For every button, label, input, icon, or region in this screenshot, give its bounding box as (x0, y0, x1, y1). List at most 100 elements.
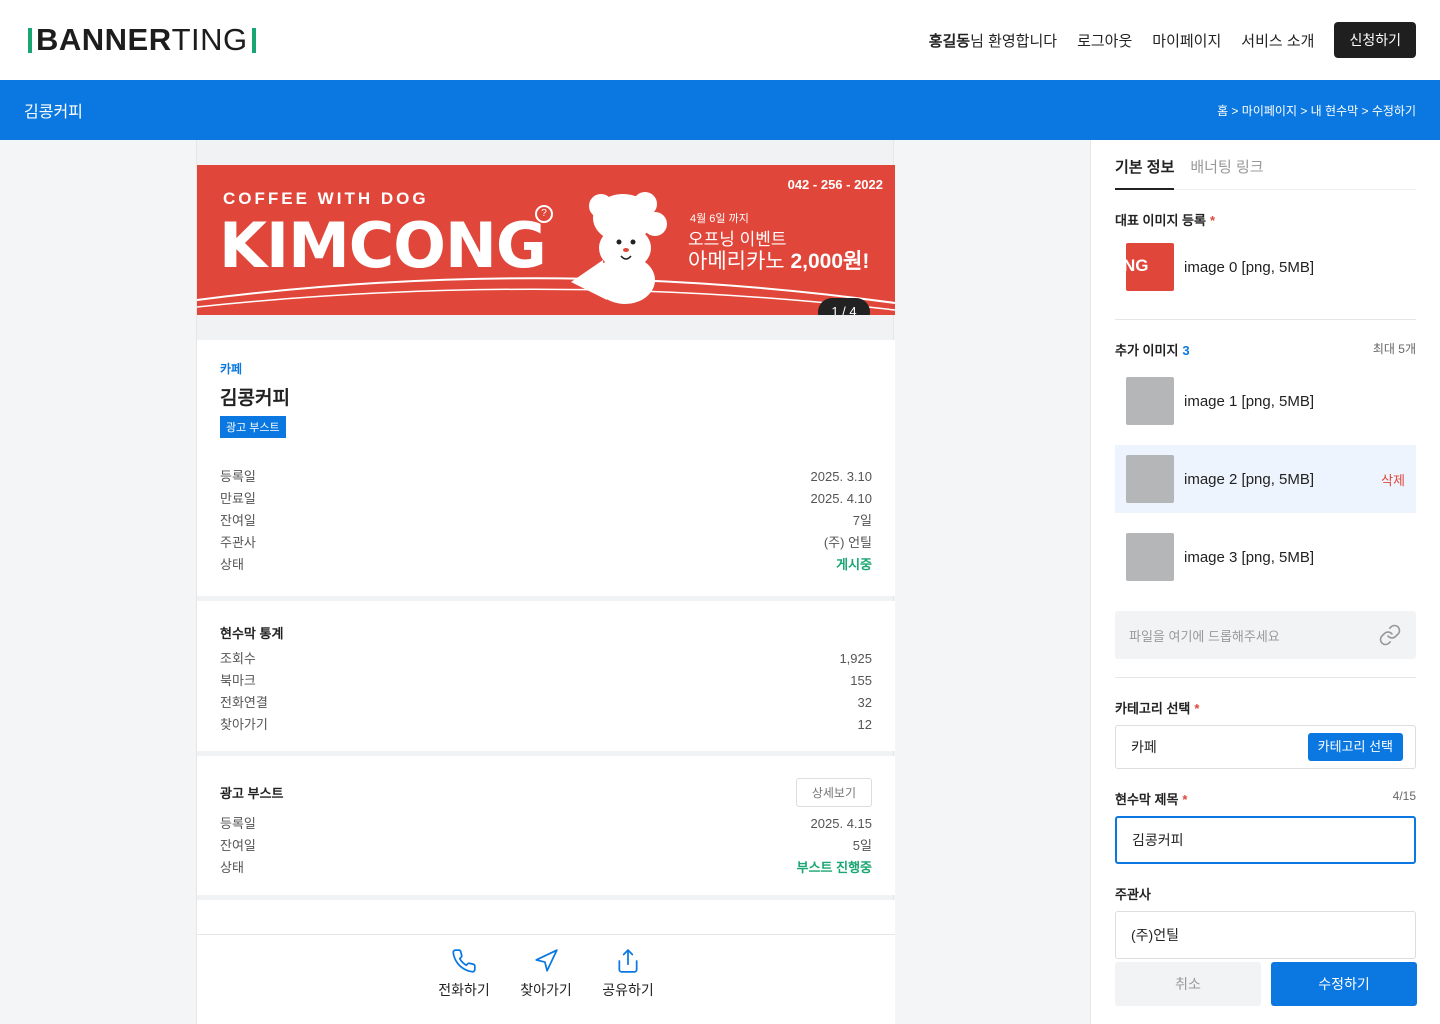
row-key: 등록일 (220, 469, 256, 484)
extra-images-label-text: 추가 이미지 (1115, 343, 1179, 358)
row-key: 찾아가기 (220, 717, 268, 732)
banner-arc-decoration (197, 277, 895, 311)
row-key: 전화연결 (220, 695, 268, 710)
extra-image-item-selected[interactable]: image 2 [png, 5MB] 삭제 (1115, 445, 1416, 513)
file-drop-zone[interactable]: 파일을 여기에 드롭해주세요 (1115, 611, 1416, 659)
user-name: 홍길동 (928, 32, 971, 50)
stats-row-views: 조회수 1,925 (220, 648, 872, 670)
image-filename: image 3 [png, 5MB] (1184, 548, 1315, 566)
stats-title-text: 현수막 통계 (220, 626, 284, 641)
link-icon[interactable] (1378, 623, 1402, 647)
row-key: 상태 (220, 557, 244, 572)
extra-images-max: 최대 5개 (1372, 342, 1416, 356)
share-icon (618, 949, 638, 973)
nav-service-intro[interactable]: 서비스 소개 (1241, 30, 1314, 51)
main-image-label-text: 대표 이미지 등록 (1115, 213, 1206, 228)
category-label: 카페 (220, 362, 243, 376)
category-select-button[interactable]: 카테고리 선택 (1307, 733, 1403, 761)
main-image-thumbnail: NG (1126, 243, 1174, 291)
welcome-suffix: 님 환영합니다 (970, 32, 1058, 50)
directions-label: 찾아가기 (520, 982, 572, 998)
title-char-counter: 4/15 (1392, 789, 1416, 803)
category-field: 카페 카테고리 선택 (1115, 725, 1416, 769)
title-label: 현수막 제목 * 4/15 (1115, 789, 1416, 808)
extra-images-label: 추가 이미지 3 최대 5개 (1115, 340, 1416, 359)
image-thumbnail (1126, 455, 1174, 503)
phone-icon (452, 949, 476, 973)
stats-title: 현수막 통계 (220, 601, 872, 642)
edit-panel: 기본 정보 배너팅 링크 대표 이미지 등록 * NG image 0 [png,… (1090, 140, 1440, 1024)
extra-image-item[interactable]: image 3 [png, 5MB] (1115, 523, 1416, 591)
info-row-status: 상태 게시중 (220, 554, 872, 576)
boost-detail-button[interactable]: 상세보기 (795, 778, 872, 807)
save-button[interactable]: 수정하기 (1271, 962, 1417, 1006)
row-key: 잔여일 (220, 838, 256, 853)
stats-row-directions: 찾아가기 12 (220, 714, 872, 736)
row-value: 12 (857, 717, 872, 732)
logo-bar-left (28, 27, 32, 53)
status-value: 게시중 (836, 557, 872, 572)
banner-preview: COFFEE WITH DOG KIMCONG ? 042 - 256 - 20… (196, 140, 895, 1024)
row-value: 2025. 4.10 (810, 491, 872, 506)
boost-row-registered: 등록일 2025. 4.15 (220, 813, 872, 835)
category-value: 카페 (1131, 739, 1157, 755)
host-input[interactable]: (주)언틸 (1115, 911, 1416, 959)
panel-tabs: 기본 정보 배너팅 링크 (1115, 140, 1416, 190)
drop-placeholder: 파일을 여기에 드롭해주세요 (1129, 628, 1280, 644)
main-image-label: 대표 이미지 등록 * (1115, 210, 1416, 229)
row-value: 7일 (852, 513, 872, 528)
row-key: 등록일 (220, 816, 256, 831)
boost-row-status: 상태 부스트 진행중 (220, 857, 872, 879)
share-label: 공유하기 (602, 982, 654, 998)
slide-pager: 1 / 4 (818, 298, 870, 315)
section-divider (1115, 319, 1416, 320)
boost-title: 광고 부스트 상세보기 (220, 756, 872, 807)
tab-basic-info[interactable]: 기본 정보 (1115, 140, 1175, 190)
page-title-bar: 김콩커피 홈 > 마이페이지 > 내 현수막 > 수정하기 (0, 80, 1440, 140)
directions-button[interactable]: 찾아가기 (516, 948, 576, 1000)
row-value: 2025. 4.15 (810, 816, 872, 831)
required-mark: * (1182, 792, 1188, 807)
row-key: 잔여일 (220, 513, 256, 528)
boost-title-text: 광고 부스트 (220, 786, 284, 801)
top-nav: 홍길동님 환영합니다 로그아웃 마이페이지 서비스 소개 신청하기 (929, 22, 1416, 58)
brand-mark-icon: ? (535, 205, 553, 223)
apply-button[interactable]: 신청하기 (1334, 22, 1416, 58)
logo-text-light: TING (171, 22, 248, 57)
logo-bar-right (251, 27, 256, 53)
row-value: 32 (857, 695, 872, 710)
event-date: 4월 6일 까지 (690, 213, 749, 225)
stats-card: 현수막 통계 조회수 1,925 북마크 155 전화연결 32 찾아가기 12 (197, 601, 895, 751)
navigation-arrow-icon (535, 949, 558, 972)
shop-name: 김콩커피 (220, 388, 290, 409)
share-button[interactable]: 공유하기 (598, 948, 658, 1000)
form-buttons: 취소 수정하기 (1115, 962, 1417, 1006)
tab-bannerting-link[interactable]: 배너팅 링크 (1190, 140, 1263, 190)
action-bar: 전화하기 찾아가기 공유하기 (197, 948, 895, 1000)
row-key: 주관사 (220, 535, 256, 550)
call-button[interactable]: 전화하기 (434, 948, 494, 1000)
info-row-host: 주관사 (주) 언틸 (220, 532, 872, 554)
banner-image[interactable]: COFFEE WITH DOG KIMCONG ? 042 - 256 - 20… (197, 165, 895, 315)
cancel-button[interactable]: 취소 (1115, 962, 1261, 1006)
nav-mypage[interactable]: 마이페이지 (1152, 30, 1221, 51)
bannerting-logo[interactable]: BANNER TING (24, 22, 260, 58)
row-value: 5일 (852, 838, 872, 853)
row-key: 만료일 (220, 491, 256, 506)
action-card: 전화하기 찾아가기 공유하기 (197, 900, 895, 1024)
logo-text-bold: BANNER (36, 22, 172, 57)
image-filename: image 1 [png, 5MB] (1184, 392, 1315, 410)
title-input-value: 김콩커피 (1132, 832, 1184, 848)
extra-image-item[interactable]: image 1 [png, 5MB] (1115, 367, 1416, 435)
page-title: 김콩커피 (24, 104, 83, 121)
title-input[interactable]: 김콩커피 (1115, 816, 1416, 864)
main-image-filename: image 0 [png, 5MB] (1184, 258, 1315, 276)
boost-row-remaining: 잔여일 5일 (220, 835, 872, 857)
required-mark: * (1209, 213, 1216, 228)
banner-info-card: 카페 김콩커피 광고 부스트 등록일 2025. 3.10 만료일 2025. 4.… (197, 340, 895, 596)
row-value: 155 (850, 673, 872, 688)
nav-logout[interactable]: 로그아웃 (1077, 30, 1132, 51)
title-label-text: 현수막 제목 (1115, 792, 1179, 807)
main-image-item[interactable]: NG image 0 [png, 5MB] (1115, 233, 1416, 301)
delete-image-button[interactable]: 삭제 (1381, 470, 1405, 489)
